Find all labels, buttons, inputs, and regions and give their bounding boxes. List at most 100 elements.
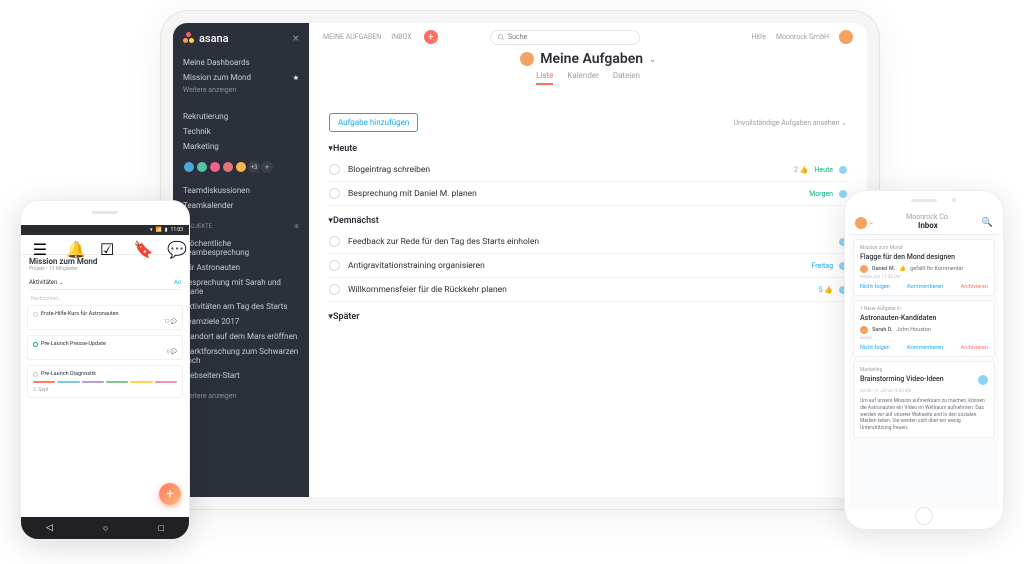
task-checkbox[interactable] <box>329 284 340 295</box>
action-unfollow[interactable]: Nicht folgen <box>860 345 890 351</box>
team-avatars[interactable]: +3 + <box>173 158 309 179</box>
topbar: MEINE AUFGABEN INBOX + Hilfe Moonrock Gm… <box>309 23 867 51</box>
user-avatar[interactable] <box>839 30 853 44</box>
tab-kalender[interactable]: Kalender <box>567 71 598 85</box>
sidebar-project-item[interactable]: Marktforschung zum Schwarzen Loch <box>183 344 299 368</box>
sidebar-project-item[interactable]: Webseiten-Start <box>183 368 299 383</box>
view-options[interactable]: Unvollständige Aufgaben ansehen ⌄ <box>733 119 847 127</box>
task-checkbox[interactable] <box>329 236 340 247</box>
app-logo-text: asana <box>199 32 229 45</box>
org-name[interactable]: Moonrock GmbH <box>776 33 829 41</box>
android-back-icon[interactable]: ◁ <box>46 523 53 533</box>
sidebar-project-item[interactable]: Besprechung mit Sarah und Marie <box>183 275 299 299</box>
android-card-title: Pre-Launch Presse-Update <box>41 341 106 347</box>
status-dot-icon <box>33 342 38 347</box>
like-count[interactable]: 2 👍 <box>794 166 808 174</box>
tab-dateien[interactable]: Dateien <box>613 71 640 85</box>
close-sidebar-icon[interactable]: × <box>293 31 299 45</box>
android-project-title[interactable]: Mission zum Mond <box>29 257 181 266</box>
sidebar-project-item[interactable]: Teamziele 2017 <box>183 314 299 329</box>
sidebar-item-discussions[interactable]: Teamdiskussionen <box>183 183 299 198</box>
checklist-icon[interactable]: ☑ <box>100 240 110 250</box>
project-dot-icon <box>839 190 847 198</box>
search-input[interactable] <box>508 33 633 41</box>
search-icon[interactable]: 🔍 <box>982 218 993 228</box>
action-archive[interactable]: Archivieren <box>961 284 988 290</box>
task-row[interactable]: Antigravitationstraining organisierenFre… <box>329 254 847 278</box>
task-checkbox[interactable] <box>329 260 340 271</box>
ios-user-avatar[interactable] <box>855 217 867 229</box>
chevron-down-icon: ⌄ <box>841 119 847 127</box>
help-link[interactable]: Hilfe <box>751 33 765 41</box>
task-name: Besprechung mit Daniel M. planen <box>348 189 801 199</box>
android-accent[interactable]: Ac <box>174 279 181 286</box>
add-button[interactable]: + <box>424 30 438 44</box>
avatars-add-icon[interactable]: + <box>261 161 273 173</box>
android-card[interactable]: Erste-Hilfe-Kurs für Astronauten12 💬 <box>27 305 183 330</box>
sidebar-show-more-2[interactable]: Weitere anzeigen <box>173 387 309 405</box>
task-row[interactable]: Feedback zur Rede für den Tag des Starts… <box>329 230 847 254</box>
android-compose-input[interactable]: Nachrichten… <box>27 293 183 305</box>
task-date: Morgen <box>809 190 833 198</box>
android-fab-button[interactable]: + <box>159 483 181 505</box>
topnav-mytasks[interactable]: MEINE AUFGABEN <box>323 33 381 41</box>
section-header[interactable]: Später <box>329 312 847 322</box>
sidebar-team-technik[interactable]: Technik <box>183 124 299 139</box>
android-home-icon[interactable]: ○ <box>103 523 108 534</box>
task-row[interactable]: Willkommensfeier für die Rückkehr planen… <box>329 278 847 302</box>
android-recents-icon[interactable]: □ <box>159 523 164 534</box>
android-tab-activities[interactable]: Aktivitäten ⌄ <box>29 279 63 286</box>
avatar <box>860 265 868 273</box>
add-project-icon[interactable]: ⊕ <box>294 223 299 230</box>
task-checkbox[interactable] <box>329 188 340 199</box>
search-box[interactable] <box>490 30 640 45</box>
task-row[interactable]: Blogeintrag schreiben2 👍Heute <box>329 158 847 182</box>
task-name: Willkommensfeier für die Rückkehr planen <box>348 285 811 295</box>
section-header[interactable]: Demnächst <box>329 216 847 226</box>
ios-inbox-card[interactable]: MarketingBrainstorming Video-IdeenDirekt… <box>853 361 995 438</box>
header-avatar <box>520 52 534 66</box>
section-header[interactable]: Heute <box>329 144 847 154</box>
sidebar-project-item[interactable]: Standort auf dem Mars eröffnen <box>183 329 299 344</box>
sidebar-item-calendar[interactable]: Teamkalender <box>183 198 299 213</box>
like-count[interactable]: 5 👍 <box>819 286 833 294</box>
ios-inbox-card[interactable]: 1 Neue Aufgabe inAstronauten-KandidatenS… <box>853 300 995 357</box>
sidebar-team-marketing[interactable]: Marketing <box>183 139 299 154</box>
android-card-title: Erste-Hilfe-Kurs für Astronauten <box>41 311 119 317</box>
app-logo[interactable]: asana <box>183 32 229 45</box>
iphone-device: ⌄ Moonrock Co. Inbox 🔍 Mission zum MondF… <box>844 190 1004 530</box>
ios-card-meta: Heute, um 11:39 Uhr <box>860 275 988 280</box>
sidebar: asana × Meine Dashboards Mission zum Mon… <box>173 23 309 497</box>
sidebar-show-more[interactable]: Weitere anzeigen <box>183 85 299 95</box>
chevron-down-icon[interactable]: ⌄ <box>649 55 656 64</box>
bell-icon[interactable]: 🔔 <box>66 240 76 250</box>
sidebar-project-item[interactable]: Für Astronauten <box>183 260 299 275</box>
sidebar-project-item[interactable]: Wöchentliche Teambesprechung <box>183 236 299 260</box>
sidebar-team-rekrutierung[interactable]: Rekrutierung <box>183 109 299 124</box>
ios-row-user: Sarah D. <box>872 327 893 333</box>
action-archive[interactable]: Archivieren <box>961 345 988 351</box>
task-row[interactable]: Besprechung mit Daniel M. planen Morgen <box>329 182 847 206</box>
topnav-inbox[interactable]: INBOX <box>391 33 411 41</box>
iphone-home-button[interactable] <box>915 507 933 525</box>
android-card[interactable]: Pre-Launch Presse-Update6 💬 <box>27 335 183 360</box>
chevron-down-icon[interactable]: ⌄ <box>869 219 874 226</box>
sidebar-project-item[interactable]: Aktivitäten am Tag des Starts <box>183 299 299 314</box>
action-comment[interactable]: Kommentieren <box>907 345 943 351</box>
android-card[interactable]: Pre-Launch Diagnostik2. Sept <box>27 365 183 398</box>
page-title: Meine Aufgaben <box>540 51 643 67</box>
menu-icon[interactable]: ☰ <box>33 240 43 250</box>
ios-card-body: Um auf unsere Mission aufmerksam zu mach… <box>860 398 988 432</box>
avatars-more[interactable]: +3 <box>248 161 260 173</box>
task-checkbox[interactable] <box>329 164 340 175</box>
add-task-button[interactable]: Aufgabe hinzufügen <box>329 113 418 132</box>
chat-icon[interactable]: 💬 <box>167 240 177 250</box>
sidebar-item-favorite[interactable]: Mission zum Mond <box>183 70 299 85</box>
tab-liste[interactable]: Liste <box>536 71 553 85</box>
action-comment[interactable]: Kommentieren <box>907 284 943 290</box>
sidebar-item-dashboards[interactable]: Meine Dashboards <box>183 55 299 70</box>
action-unfollow[interactable]: Nicht folgen <box>860 284 890 290</box>
bookmark-icon[interactable]: 🔖 <box>134 240 144 250</box>
sidebar-fav-label: Mission zum Mond <box>183 73 251 82</box>
ios-inbox-card[interactable]: Mission zum MondFlagge für den Mond desi… <box>853 239 995 296</box>
